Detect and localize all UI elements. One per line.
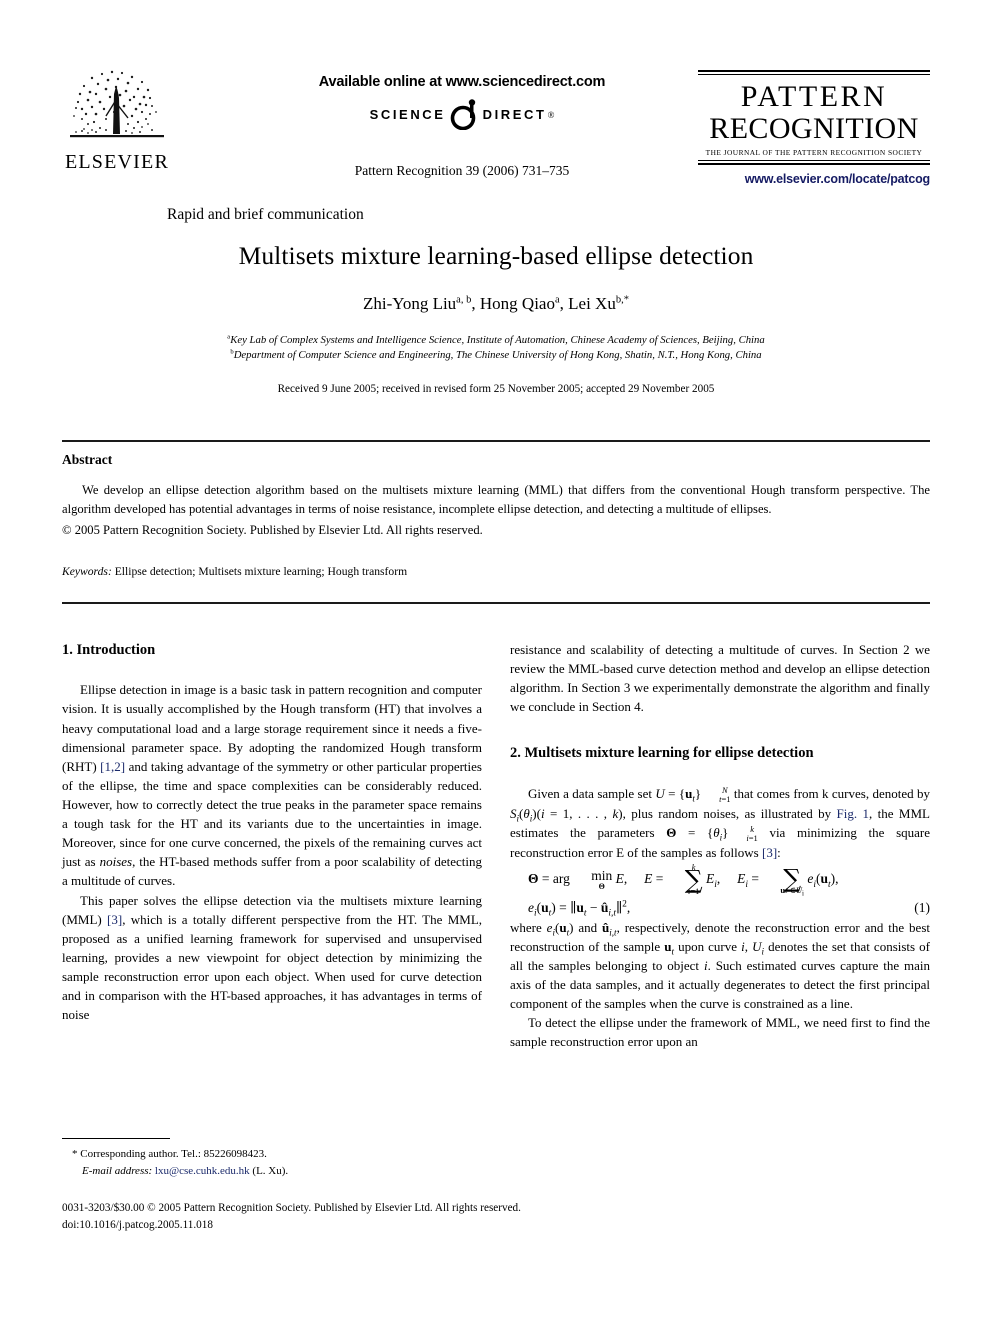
journal-tagline: THE JOURNAL OF THE PATTERN RECOGNITION S… [705, 147, 923, 157]
section-heading-introduction: 1. Introduction [62, 642, 156, 658]
sec2-p2-part-c: upon curve [673, 938, 742, 954]
affiliation-b-text: Department of Computer Science and Engin… [233, 348, 762, 361]
sciencedirect-direct-word: DIRECT [482, 107, 547, 122]
sec2-p1-part-b: that comes from k curves, denoted by [730, 785, 930, 801]
citation-ref-3[interactable]: [3] [107, 912, 122, 927]
sciencedirect-logo: SCIENCE DIRECT ® [267, 99, 657, 131]
sec2-p2-part-a: where [510, 919, 547, 935]
intro-paragraph-2: This paper solves the ellipse detection … [62, 891, 482, 1025]
elsevier-logo: ELSEVIER [62, 64, 172, 174]
author-affil-mark-1: a, b [456, 294, 472, 306]
issn-copyright-line: 0031-3203/$30.00 © 2005 Pattern Recognit… [62, 1202, 521, 1214]
journal-title-recognition: RECOGNITION [709, 111, 919, 145]
footnote-block: * Corresponding author. Tel.: 8522609842… [62, 1138, 482, 1179]
intro-p1-part-b: and taking advantage of the symmetry or … [62, 758, 482, 870]
figure-reference-fig1[interactable]: Fig. 1 [837, 806, 870, 821]
email-owner: (L. Xu). [252, 1164, 289, 1177]
citation-ref-1-2[interactable]: [1,2] [100, 759, 125, 774]
column-left: 1. Introduction Ellipse detection in ima… [62, 640, 482, 1024]
intro-paragraph-1: Ellipse detection in image is a basic ta… [62, 680, 482, 890]
affiliation-a: aKey Lab of Complex Systems and Intellig… [62, 333, 930, 348]
received-dates: Received 9 June 2005; received in revise… [277, 382, 715, 395]
math-big-theta: Θ [666, 824, 677, 840]
intro-paragraph-2-continued: resistance and scalability of detecting … [510, 642, 930, 715]
author-name-1: Zhi-Yong Liu [362, 294, 457, 313]
math-set-U: U [655, 785, 665, 801]
equation-1: ei(ut) = ∥ut − ûi,t∥2, (1) [528, 898, 930, 919]
equation-number-1: (1) [914, 899, 930, 915]
masthead: ELSEVIER Available online at www.science… [62, 58, 930, 208]
keywords-label: Keywords: [62, 565, 112, 578]
journal-title-pattern: PATTERN [740, 80, 888, 113]
section2-paragraph-2: where ei(ut) and ûi,t, respectively, den… [510, 919, 931, 1012]
logo-top-rule [698, 70, 930, 75]
abstract-body: We develop an ellipse detection algorith… [62, 483, 930, 517]
page-title: Multisets mixture learning-based ellipse… [238, 241, 754, 270]
author-name-3: Lei Xu [568, 294, 616, 313]
section-heading-multisets: 2. Multisets mixture learning for ellips… [510, 745, 814, 762]
section2-paragraph-1: Given a data sample set U = {ut} Nt=1 tha… [510, 784, 930, 860]
email-link[interactable]: lxu@cse.cuhk.edu.hk [155, 1165, 250, 1177]
abstract-section: Abstract We develop an ellipse detection… [62, 452, 930, 540]
affiliation-a-text: Key Lab of Complex Systems and Intellige… [230, 334, 765, 346]
title-block: Rapid and brief communication Multisets … [62, 206, 930, 395]
keywords-values: Ellipse detection; Multisets mixture lea… [114, 565, 408, 578]
journal-logo: PATTERN RECOGNITION THE JOURNAL OF THE P… [698, 70, 930, 186]
doi-line: doi:10.1016/j.patcog.2005.11.018 [62, 1218, 213, 1231]
sec2-p1-part-f: : [777, 844, 781, 860]
footnote-rule [62, 1138, 170, 1139]
citation-ref-3-second[interactable]: [3] [762, 845, 777, 860]
sec2-p1-part-a: Given a data sample set [528, 785, 656, 801]
elsevier-tree-icon [70, 70, 164, 138]
author-list: Zhi-Yong Liua, b, Hong Qiaoa, Lei Xub,* [362, 294, 630, 313]
affiliations: aKey Lab of Complex Systems and Intellig… [62, 333, 930, 363]
email-note: E-mail address: lxu@cse.cuhk.edu.hk (L. … [62, 1163, 482, 1180]
keywords-line: Keywords: Ellipse detection; Multisets m… [62, 565, 930, 578]
keywords-bottom-rule [62, 602, 930, 604]
intro-p2-part-b: , which is a totally different perspecti… [62, 911, 483, 1023]
affiliation-b: bDepartment of Computer Science and Engi… [62, 348, 930, 363]
sciencedirect-science-word: SCIENCE [369, 107, 446, 122]
elsevier-wordmark: ELSEVIER [64, 151, 170, 173]
sciencedirect-block: Available online at www.sciencedirect.co… [267, 74, 657, 179]
logo-bottom-rule [698, 159, 930, 165]
author-affil-mark-2: a [554, 294, 560, 306]
math-index-range-N: Nt=1 [719, 784, 731, 804]
math-index-range-k: k i=1 [746, 823, 758, 843]
abstract-heading: Abstract [62, 452, 113, 467]
equation-argmin: Θ = arg min Θ E, E = k ∑ i=1 Ei, Ei = ∑ ut ∈… [528, 862, 839, 898]
article-type-kicker: Rapid and brief communication [167, 206, 364, 223]
sec2-p1-part-c: , plus random noises, as illustrated by [622, 805, 837, 821]
page-footer: 0031-3203/$30.00 © 2005 Pattern Recognit… [62, 1200, 662, 1234]
journal-url-link[interactable]: www.elsevier.com/locate/patcog [698, 172, 930, 186]
author-affil-mark-3: b,* [615, 294, 630, 306]
author-name-2: Hong Qiao [479, 294, 555, 313]
journal-citation: Pattern Recognition 39 (2006) 731–735 [354, 163, 570, 178]
abstract-top-rule [62, 440, 930, 442]
abstract-copyright: © 2005 Pattern Recognition Society. Publ… [62, 523, 483, 538]
section2-paragraph-3: To detect the ellipse under the framewor… [510, 1015, 930, 1050]
registered-mark: ® [547, 109, 555, 120]
column-right: resistance and scalability of detecting … [510, 640, 930, 1051]
paper-page: ELSEVIER Available online at www.science… [0, 0, 992, 1323]
intro-p1-emphasis-noises: noises [99, 854, 133, 870]
corresponding-author-note: * Corresponding author. Tel.: 8522609842… [72, 1148, 267, 1160]
email-label: E-mail address: [82, 1164, 153, 1177]
sciencedirect-d-icon [449, 99, 480, 131]
available-online-text: Available online at www.sciencedirect.co… [318, 74, 606, 90]
